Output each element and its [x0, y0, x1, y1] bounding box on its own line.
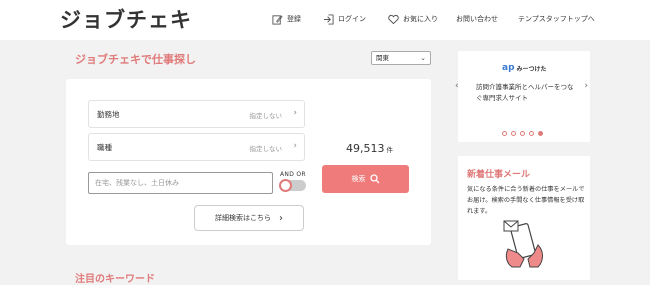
carousel-next-icon[interactable]: ›	[584, 81, 588, 91]
keywords-section-title: 注目のキーワード	[75, 274, 155, 285]
search-card: 勤務地 指定しない › 職種 指定しない › 在宅、残業なし、土日休み AND …	[66, 79, 431, 245]
and-or-toggle[interactable]	[279, 179, 306, 192]
banner-logo-text: みーつけた	[516, 65, 547, 73]
and-or-label: AND OR	[280, 171, 306, 178]
nav-register-label: 登録	[287, 15, 301, 23]
nav-temps-top-label: テンプスタッフトップへ	[518, 15, 595, 23]
chevron-right-icon: ›	[293, 108, 297, 118]
edit-icon	[272, 14, 283, 25]
site-header: ジョブチェキ 登録 ログイン お気に入り お問い合わせ テンプスタッフトップへ	[0, 0, 650, 40]
result-count: 49,513 件	[346, 142, 393, 157]
banner-description[interactable]: 訪問介護事業所とヘルパーをつなぐ専門求人サイト	[476, 82, 576, 104]
nav-register[interactable]: 登録	[272, 13, 301, 25]
nav-login-label: ログイン	[338, 15, 366, 23]
keyword-input[interactable]: 在宅、残業なし、土日休み	[88, 172, 273, 194]
site-logo[interactable]: ジョブチェキ	[60, 6, 192, 34]
carousel-dot[interactable]	[520, 131, 525, 136]
region-select[interactable]: 関東 ⌄	[371, 51, 431, 65]
mail-card-title: 新着仕事メール	[467, 170, 531, 180]
carousel-dot[interactable]	[529, 131, 534, 136]
chevron-right-icon: ›	[279, 212, 283, 224]
detail-search-label: 詳細検索はこちら	[215, 214, 271, 222]
new-job-mail-card[interactable]: 新着仕事メール 気になる条件に合う新着の仕事をメールでお届け。検索の手間なく仕事…	[458, 156, 590, 280]
job-type-label: 職種	[97, 143, 112, 152]
result-count-value: 49,513	[346, 142, 385, 155]
banner-logo-mark-icon: ap	[502, 63, 515, 73]
carousel-dot-active[interactable]	[538, 131, 543, 136]
nav-contact[interactable]: お問い合わせ	[456, 13, 498, 25]
location-field[interactable]: 勤務地 指定しない ›	[88, 100, 305, 128]
region-select-value: 関東	[376, 54, 389, 62]
chevron-right-icon: ›	[293, 141, 297, 151]
chevron-down-icon: ⌄	[420, 54, 426, 62]
carousel-dots	[502, 131, 543, 136]
result-count-unit: 件	[386, 146, 394, 154]
banner-logo[interactable]: ap みーつけた	[502, 63, 547, 73]
phone-mail-illustration-icon	[503, 220, 543, 268]
search-icon	[369, 174, 379, 184]
nav-contact-label: お問い合わせ	[456, 15, 498, 23]
job-type-field[interactable]: 職種 指定しない ›	[88, 133, 305, 161]
nav-temps-top[interactable]: テンプスタッフトップへ	[518, 13, 595, 25]
nav-login[interactable]: ログイン	[323, 13, 366, 25]
carousel-prev-icon[interactable]: ‹	[455, 81, 459, 91]
search-button-label: 検索	[351, 175, 366, 183]
mail-card-text: 気になる条件に合う新着の仕事をメールでお届け。検索の手間なく仕事情報を受け取れま…	[467, 186, 585, 215]
detail-search-button[interactable]: 詳細検索はこちら ›	[194, 205, 304, 231]
nav-favorites-label: お気に入り	[403, 15, 438, 23]
heart-icon	[388, 14, 399, 24]
toggle-knob	[279, 179, 292, 192]
search-button[interactable]: 検索	[322, 165, 409, 193]
carousel-dot[interactable]	[511, 131, 516, 136]
nav-favorites[interactable]: お気に入り	[388, 13, 438, 25]
location-label: 勤務地	[97, 110, 120, 119]
carousel-dot[interactable]	[502, 131, 507, 136]
login-icon	[323, 13, 334, 25]
location-value: 指定しない	[249, 112, 283, 120]
search-section-title: ジョブチェキで仕事探し	[75, 53, 196, 66]
job-type-value: 指定しない	[249, 145, 283, 153]
banner-carousel: ‹ › ap みーつけた 訪問介護事業所とヘルパーをつなぐ専門求人サイト	[455, 51, 590, 142]
